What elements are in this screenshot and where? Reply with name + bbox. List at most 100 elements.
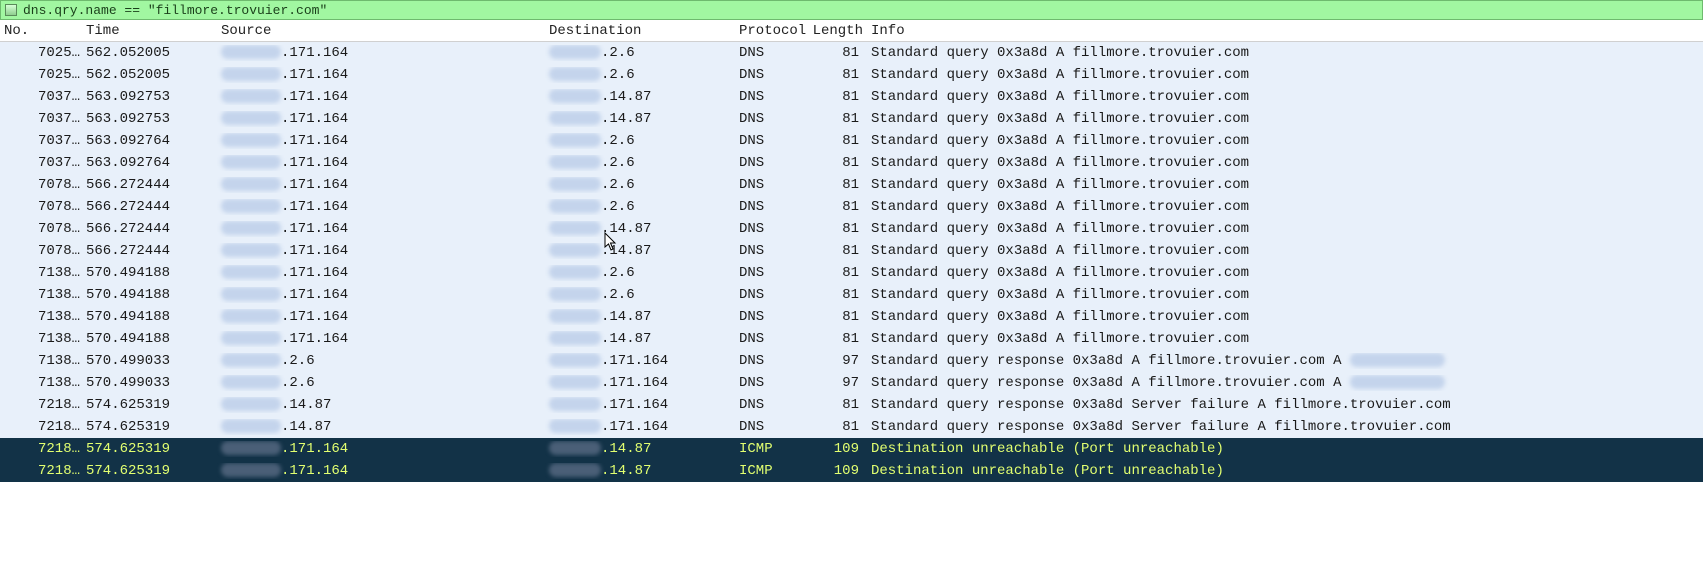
cell-time: 570.499033	[82, 353, 217, 369]
table-row[interactable]: 7138…570.494188.171.164.2.6DNS81Standard…	[0, 284, 1703, 306]
cell-info: Standard query 0x3a8d A fillmore.trovuie…	[867, 155, 1703, 171]
table-row[interactable]: 7037…563.092764.171.164.2.6DNS81Standard…	[0, 152, 1703, 174]
cell-dst: .2.6	[545, 133, 735, 149]
cell-proto: DNS	[735, 221, 807, 237]
cell-no: 7218…	[0, 441, 82, 457]
cell-len: 81	[807, 155, 867, 171]
cell-src: .171.164	[217, 45, 545, 61]
cell-len: 109	[807, 463, 867, 479]
cell-info: Standard query 0x3a8d A fillmore.trovuie…	[867, 45, 1703, 61]
table-row[interactable]: 7025…562.052005.171.164.2.6DNS81Standard…	[0, 64, 1703, 86]
cell-time: 566.272444	[82, 221, 217, 237]
header-proto[interactable]: Protocol	[735, 23, 807, 39]
cell-len: 81	[807, 331, 867, 347]
table-row[interactable]: 7138…570.494188.171.164.2.6DNS81Standard…	[0, 262, 1703, 284]
cell-len: 81	[807, 199, 867, 215]
cell-info: Standard query 0x3a8d A fillmore.trovuie…	[867, 309, 1703, 325]
cell-len: 81	[807, 243, 867, 259]
table-row[interactable]: 7138…570.499033.2.6.171.164DNS97Standard…	[0, 372, 1703, 394]
cell-dst: .2.6	[545, 155, 735, 171]
cell-len: 109	[807, 441, 867, 457]
cell-proto: ICMP	[735, 441, 807, 457]
cell-no: 7218…	[0, 397, 82, 413]
cell-info: Destination unreachable (Port unreachabl…	[867, 441, 1703, 457]
cell-src: .171.164	[217, 67, 545, 83]
cell-dst: .171.164	[545, 419, 735, 435]
cell-time: 566.272444	[82, 199, 217, 215]
cell-proto: DNS	[735, 133, 807, 149]
table-row[interactable]: 7025…562.052005.171.164.2.6DNS81Standard…	[0, 42, 1703, 64]
header-no[interactable]: No.	[0, 23, 82, 39]
cell-src: .14.87	[217, 419, 545, 435]
bookmark-icon[interactable]	[5, 4, 17, 16]
cell-no: 7025…	[0, 67, 82, 83]
cell-no: 7078…	[0, 199, 82, 215]
table-row[interactable]: 7138…570.499033.2.6.171.164DNS97Standard…	[0, 350, 1703, 372]
cell-src: .171.164	[217, 221, 545, 237]
cell-proto: ICMP	[735, 463, 807, 479]
cell-info: Standard query response 0x3a8d A fillmor…	[867, 353, 1703, 369]
cell-no: 7078…	[0, 243, 82, 259]
table-row[interactable]: 7218…574.625319.14.87.171.164DNS81Standa…	[0, 394, 1703, 416]
cell-time: 566.272444	[82, 243, 217, 259]
cell-time: 574.625319	[82, 441, 217, 457]
cell-proto: DNS	[735, 111, 807, 127]
cell-len: 81	[807, 89, 867, 105]
display-filter-text[interactable]: dns.qry.name == "fillmore.trovuier.com"	[23, 3, 327, 18]
table-row[interactable]: 7138…570.494188.171.164.14.87DNS81Standa…	[0, 306, 1703, 328]
table-row[interactable]: 7138…570.494188.171.164.14.87DNS81Standa…	[0, 328, 1703, 350]
cell-src: .171.164	[217, 441, 545, 457]
table-row[interactable]: 7037…563.092764.171.164.2.6DNS81Standard…	[0, 130, 1703, 152]
cell-proto: DNS	[735, 331, 807, 347]
cell-proto: DNS	[735, 265, 807, 281]
table-row[interactable]: 7037…563.092753.171.164.14.87DNS81Standa…	[0, 108, 1703, 130]
table-row[interactable]: 7078…566.272444.171.164.14.87DNS81Standa…	[0, 240, 1703, 262]
cell-dst: .14.87	[545, 331, 735, 347]
cell-time: 562.052005	[82, 67, 217, 83]
cell-time: 574.625319	[82, 419, 217, 435]
packet-list[interactable]: 7025…562.052005.171.164.2.6DNS81Standard…	[0, 42, 1703, 482]
cell-dst: .14.87	[545, 463, 735, 479]
table-row[interactable]: 7218…574.625319.14.87.171.164DNS81Standa…	[0, 416, 1703, 438]
cell-info: Standard query 0x3a8d A fillmore.trovuie…	[867, 177, 1703, 193]
header-src[interactable]: Source	[217, 23, 545, 39]
cell-info: Standard query 0x3a8d A fillmore.trovuie…	[867, 287, 1703, 303]
table-row[interactable]: 7218…574.625319.171.164.14.87ICMP109Dest…	[0, 438, 1703, 460]
cell-time: 570.494188	[82, 331, 217, 347]
cell-dst: .14.87	[545, 309, 735, 325]
cell-dst: .171.164	[545, 397, 735, 413]
cell-len: 81	[807, 221, 867, 237]
cell-no: 7218…	[0, 463, 82, 479]
cell-time: 570.494188	[82, 287, 217, 303]
cell-info: Standard query 0x3a8d A fillmore.trovuie…	[867, 243, 1703, 259]
cell-proto: DNS	[735, 45, 807, 61]
cell-no: 7138…	[0, 309, 82, 325]
header-time[interactable]: Time	[82, 23, 217, 39]
cell-len: 81	[807, 309, 867, 325]
header-info[interactable]: Info	[867, 23, 1703, 39]
cell-time: 574.625319	[82, 397, 217, 413]
cell-proto: DNS	[735, 177, 807, 193]
table-row[interactable]: 7078…566.272444.171.164.2.6DNS81Standard…	[0, 174, 1703, 196]
table-row[interactable]: 7078…566.272444.171.164.2.6DNS81Standard…	[0, 196, 1703, 218]
cell-no: 7218…	[0, 419, 82, 435]
display-filter-bar[interactable]: dns.qry.name == "fillmore.trovuier.com"	[0, 0, 1703, 20]
cell-proto: DNS	[735, 243, 807, 259]
cell-src: .171.164	[217, 133, 545, 149]
header-len[interactable]: Length	[807, 23, 867, 39]
cell-info: Standard query 0x3a8d A fillmore.trovuie…	[867, 111, 1703, 127]
cell-time: 563.092753	[82, 89, 217, 105]
header-dst[interactable]: Destination	[545, 23, 735, 39]
cell-len: 81	[807, 67, 867, 83]
cell-time: 570.494188	[82, 309, 217, 325]
cell-no: 7138…	[0, 331, 82, 347]
table-row[interactable]: 7078…566.272444.171.164.14.87DNS81Standa…	[0, 218, 1703, 240]
cell-no: 7078…	[0, 177, 82, 193]
cell-time: 563.092753	[82, 111, 217, 127]
cell-len: 81	[807, 397, 867, 413]
cell-no: 7037…	[0, 133, 82, 149]
cell-src: .171.164	[217, 89, 545, 105]
table-row[interactable]: 7037…563.092753.171.164.14.87DNS81Standa…	[0, 86, 1703, 108]
table-row[interactable]: 7218…574.625319.171.164.14.87ICMP109Dest…	[0, 460, 1703, 482]
cell-proto: DNS	[735, 397, 807, 413]
